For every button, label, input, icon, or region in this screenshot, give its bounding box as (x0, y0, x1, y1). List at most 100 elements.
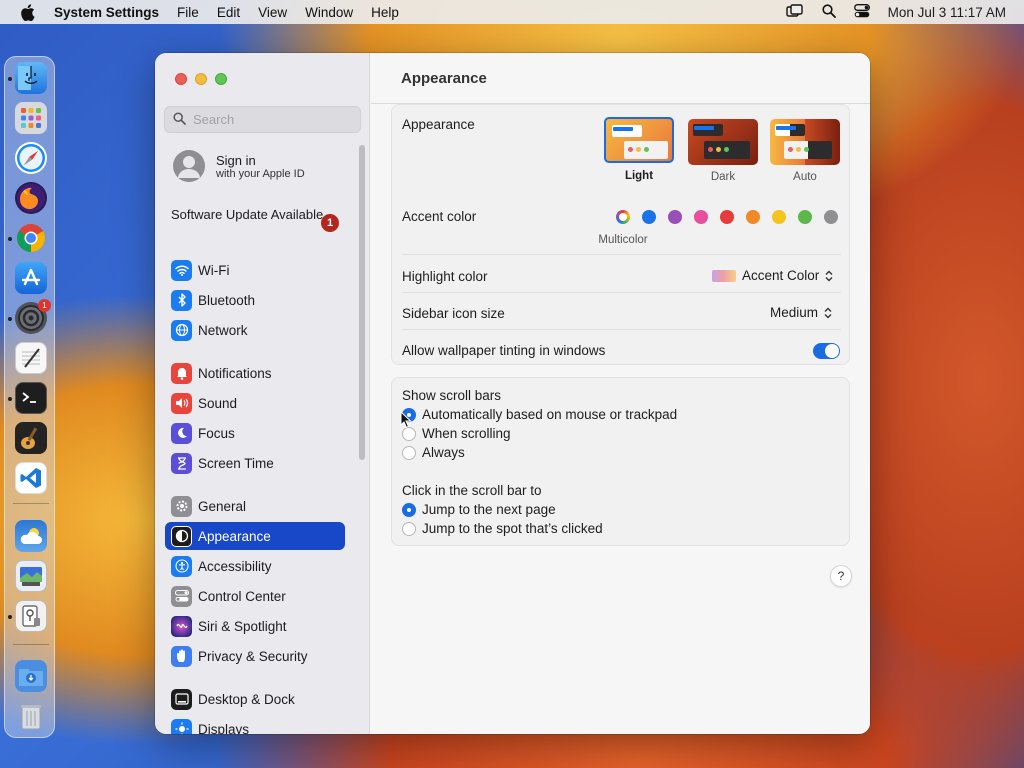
menu-edit[interactable]: Edit (208, 5, 249, 20)
siri-icon (171, 615, 192, 637)
sidebar-item-network[interactable]: Network (165, 316, 345, 344)
sidebar-item-desktop-dock[interactable]: Desktop & Dock (165, 685, 345, 713)
preview-icon[interactable] (15, 560, 47, 592)
toggles-icon (171, 585, 192, 607)
close-button[interactable] (175, 73, 187, 85)
appearance-settings-card: Appearance Light Dark Auto Accent color … (391, 104, 850, 365)
highlight-color-preview (712, 269, 736, 282)
search-input[interactable] (193, 112, 343, 127)
menu-clock[interactable]: Mon Jul 3 11:17 AM (888, 5, 1006, 20)
radio-button[interactable] (402, 445, 416, 460)
firefox-icon[interactable] (15, 182, 47, 214)
accent-purple-swatch[interactable] (668, 210, 682, 224)
radio-button[interactable] (402, 521, 416, 536)
accent-red-swatch[interactable] (720, 210, 734, 224)
sidebar-item-notifications[interactable]: Notifications (165, 359, 345, 387)
accent-pink-swatch[interactable] (694, 210, 708, 224)
garageband-icon[interactable] (15, 422, 47, 454)
weather-icon[interactable] (15, 520, 47, 552)
chevron-updown-icon (825, 270, 833, 282)
appearance-light-option[interactable] (604, 117, 674, 163)
downloads-folder-icon[interactable] (15, 660, 47, 692)
scroll-auto-option[interactable]: Automatically based on mouse or trackpad (402, 407, 677, 422)
accent-green-swatch[interactable] (798, 210, 812, 224)
sidebar-item-accessibility[interactable]: Accessibility (165, 552, 345, 580)
sidebar-item-appearance[interactable]: Appearance (165, 522, 345, 550)
scroll-when-scrolling-option[interactable]: When scrolling (402, 426, 511, 441)
speaker-icon (171, 392, 192, 414)
menu-help[interactable]: Help (362, 5, 408, 20)
software-update-item[interactable]: Software Update Available (171, 207, 341, 223)
wifi-icon (171, 259, 192, 281)
dock-running-indicator (8, 317, 12, 321)
appearance-dark-option[interactable] (688, 119, 758, 165)
highlight-color-popup[interactable]: Accent Color (712, 268, 833, 283)
control-center-icon[interactable] (853, 3, 870, 21)
sidebar-item-control-center[interactable]: Control Center (165, 582, 345, 610)
sidebar-item-general[interactable]: General (165, 492, 345, 520)
accent-orange-swatch[interactable] (746, 210, 760, 224)
scroll-always-option[interactable]: Always (402, 445, 465, 460)
accent-graphite-swatch[interactable] (824, 210, 838, 224)
row-divider (402, 329, 841, 330)
jump-to-spot-option[interactable]: Jump to the spot that’s clicked (402, 521, 603, 536)
signin-subtitle: with your Apple ID (216, 167, 305, 180)
radio-button[interactable] (402, 502, 416, 517)
menu-file[interactable]: File (168, 5, 208, 20)
highlight-color-label: Highlight color (402, 269, 488, 284)
sidebar-item-screen-time[interactable]: Screen Time (165, 449, 345, 477)
highlight-color-value: Accent Color (742, 268, 820, 283)
textedit-icon[interactable] (15, 342, 47, 374)
apple-id-signin[interactable]: Sign in with your Apple ID (173, 150, 305, 182)
app-store-icon[interactable] (15, 262, 47, 294)
accent-multicolor-swatch[interactable] (616, 210, 630, 224)
sidebar-item-wifi[interactable]: Wi-Fi (165, 256, 345, 284)
sidebar-item-privacy-security[interactable]: Privacy & Security (165, 642, 345, 670)
safari-icon[interactable] (15, 142, 47, 174)
wallpaper-tinting-toggle[interactable] (813, 343, 840, 359)
zoom-button[interactable] (215, 73, 227, 85)
trash-icon[interactable] (15, 700, 47, 732)
sidebar-icon-size-popup[interactable]: Medium (770, 305, 832, 320)
sidebar-item-focus[interactable]: Focus (165, 419, 345, 447)
show-scroll-bars-label: Show scroll bars (402, 388, 502, 403)
apple-menu-icon[interactable] (0, 3, 54, 21)
accent-blue-swatch[interactable] (642, 210, 656, 224)
appearance-auto-label: Auto (793, 171, 817, 183)
dock-icon (171, 688, 192, 710)
menu-view[interactable]: View (249, 5, 296, 20)
vscode-icon[interactable] (15, 462, 47, 494)
finder-icon[interactable] (15, 62, 47, 94)
help-button[interactable]: ? (830, 565, 852, 587)
accent-selected-name: Multicolor (598, 234, 648, 246)
hand-icon (171, 645, 192, 667)
menu-app-name[interactable]: System Settings (54, 5, 168, 20)
row-divider (402, 292, 841, 293)
sidebar-item-sound[interactable]: Sound (165, 389, 345, 417)
radio-label: When scrolling (422, 426, 511, 441)
screen-mirroring-icon[interactable] (785, 3, 804, 21)
accessibility-icon (171, 555, 192, 577)
globe-icon (171, 319, 192, 341)
search-field[interactable] (164, 106, 361, 133)
radio-label: Automatically based on mouse or trackpad (422, 407, 678, 422)
sidebar-item-bluetooth[interactable]: Bluetooth (165, 286, 345, 314)
jump-next-page-option[interactable]: Jump to the next page (402, 502, 556, 517)
terminal-icon[interactable] (15, 382, 47, 414)
launchpad-icon[interactable] (15, 102, 47, 134)
sidebar-item-displays[interactable]: Displays (165, 715, 345, 734)
sidebar-item-siri-spotlight[interactable]: Siri & Spotlight (165, 612, 345, 640)
dock-running-indicator (8, 397, 12, 401)
appearance-icon (171, 525, 192, 547)
script-editor-icon[interactable] (15, 600, 47, 632)
appearance-auto-option[interactable] (770, 119, 840, 165)
menu-window[interactable]: Window (296, 5, 362, 20)
accent-yellow-swatch[interactable] (772, 210, 786, 224)
sidebar-scrollbar[interactable] (359, 145, 365, 460)
chrome-icon[interactable] (15, 222, 47, 254)
minimize-button[interactable] (195, 73, 207, 85)
appearance-label: Appearance (402, 117, 475, 132)
sidebar-item-label: Screen Time (198, 455, 274, 471)
sidebar-item-label: Displays (198, 721, 250, 735)
spotlight-search-icon[interactable] (822, 3, 836, 21)
